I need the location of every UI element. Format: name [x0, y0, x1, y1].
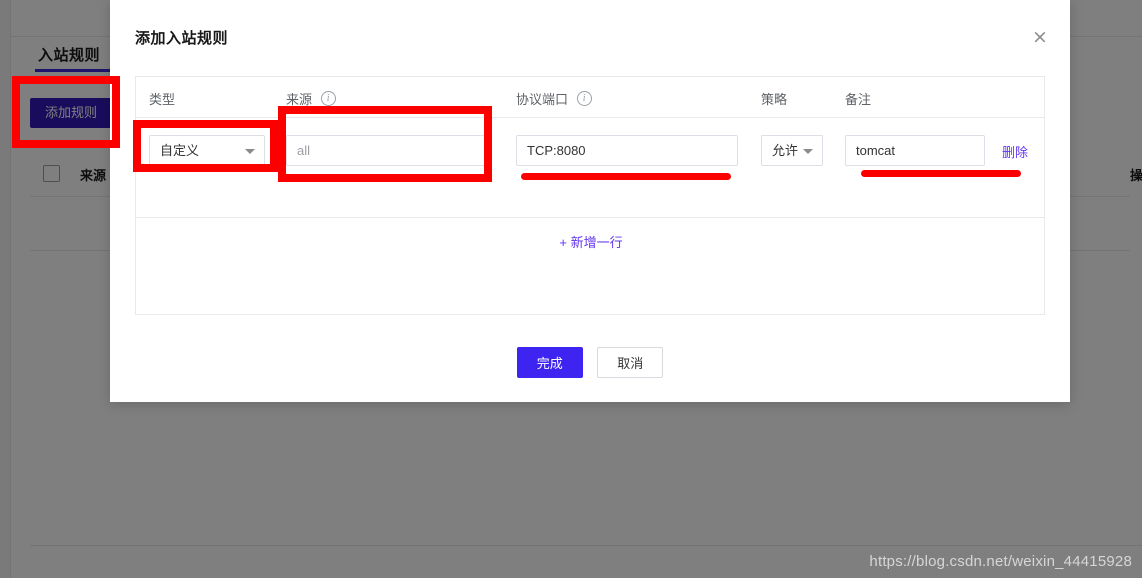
add-inbound-rule-dialog: 添加入站规则 × 类型 来源 i 协议端口 i 策略 备注 自定义 all TC… — [110, 0, 1070, 402]
info-icon[interactable]: i — [320, 91, 336, 106]
type-select-value: 自定义 — [160, 143, 200, 158]
watermark: https://blog.csdn.net/weixin_44415928 — [869, 553, 1132, 570]
confirm-button[interactable]: 完成 — [516, 347, 583, 378]
rules-table-header: 类型 来源 i 协议端口 i 策略 备注 — [136, 77, 1044, 118]
type-select[interactable]: 自定义 — [149, 135, 265, 166]
protocol-port-value: TCP:8080 — [527, 143, 586, 158]
rules-table: 类型 来源 i 协议端口 i 策略 备注 自定义 all TCP:8080 允许… — [135, 76, 1045, 315]
remark-input[interactable]: tomcat — [845, 135, 985, 166]
dialog-footer: 完成 取消 — [110, 347, 1070, 378]
column-header-remark: 备注 — [845, 92, 872, 107]
remark-value: tomcat — [856, 143, 896, 158]
policy-select[interactable]: 允许 — [761, 135, 823, 166]
column-header-type: 类型 — [149, 92, 176, 107]
delete-row-link[interactable]: 删除 — [1002, 142, 1028, 161]
close-icon[interactable]: × — [1028, 26, 1052, 50]
cancel-button[interactable]: 取消 — [597, 347, 664, 378]
rule-row: 自定义 all TCP:8080 允许 tomcat 删除 — [136, 118, 1044, 218]
source-input-value: all — [297, 143, 311, 158]
add-row-link[interactable]: + 新增一行 — [136, 232, 1046, 251]
column-header-policy: 策略 — [761, 92, 788, 107]
screen: 入站规则 添加规则 来源 操作 添加入站规则 × 类型 来源 i 协议端口 — [0, 0, 1142, 578]
source-input[interactable]: all — [286, 135, 488, 166]
chevron-down-icon — [803, 149, 813, 154]
chevron-down-icon — [245, 149, 255, 154]
column-header-protocol-port: 协议端口 i — [516, 89, 592, 108]
policy-select-value: 允许 — [772, 143, 799, 158]
protocol-port-input[interactable]: TCP:8080 — [516, 135, 738, 166]
column-header-source: 来源 i — [286, 89, 336, 108]
info-icon[interactable]: i — [576, 91, 592, 106]
dialog-title: 添加入站规则 — [135, 30, 229, 47]
